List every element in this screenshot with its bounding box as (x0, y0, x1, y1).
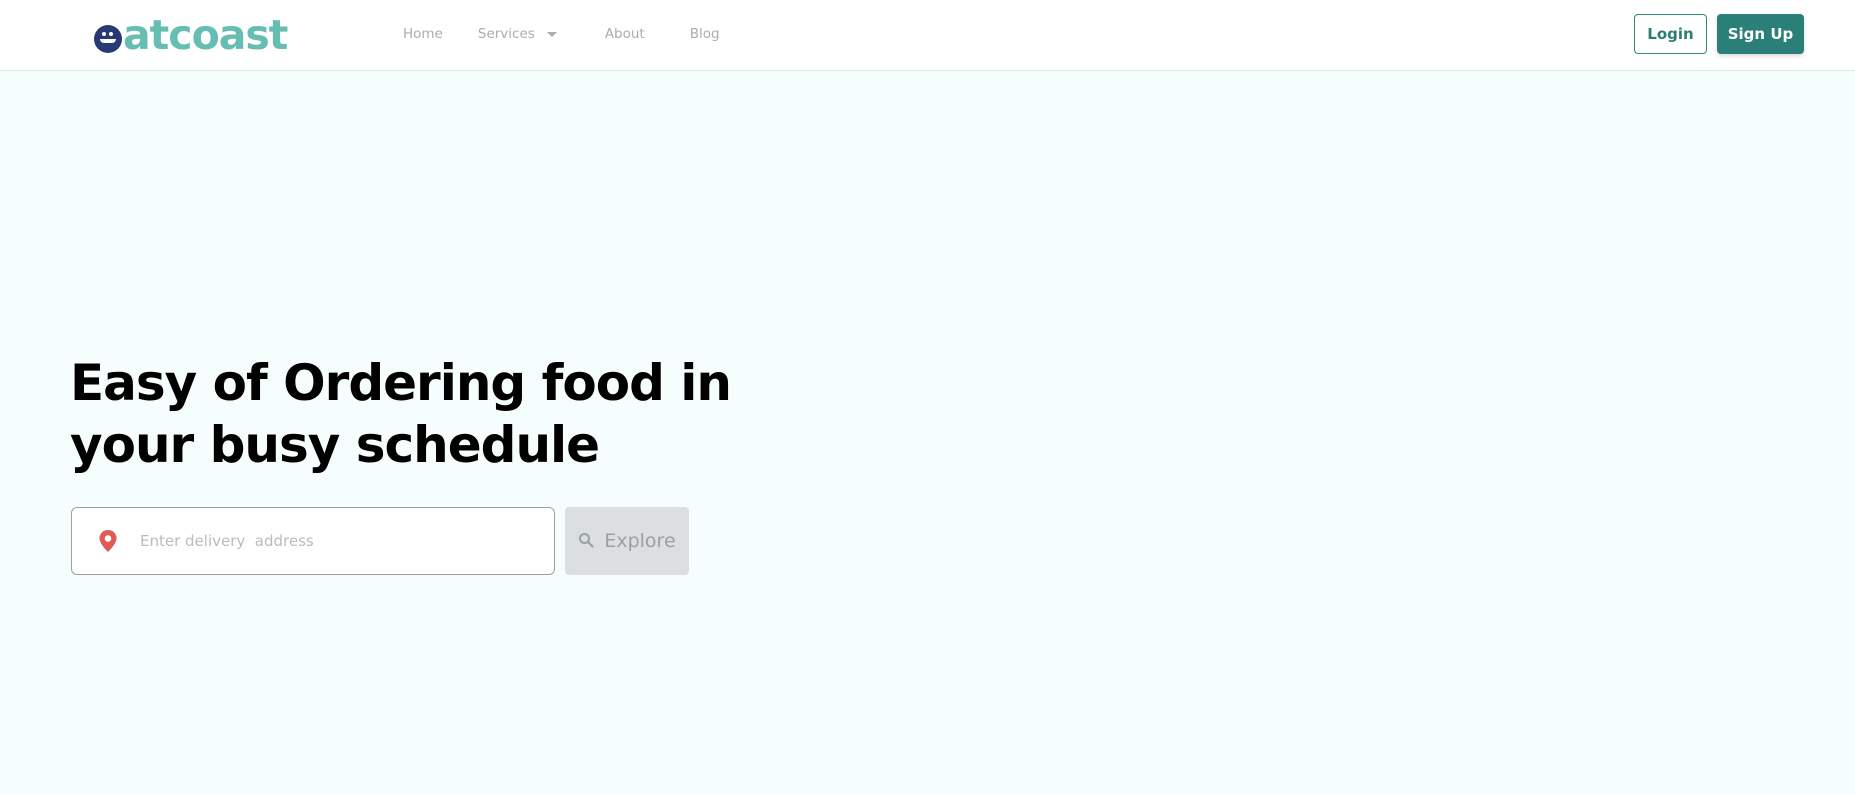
main-nav: Home Services About Blog (403, 0, 720, 68)
nav-services-label: Services (477, 26, 535, 42)
logo-smiley-icon (94, 25, 122, 53)
logo-eye-left (102, 32, 106, 36)
explore-button-label: Explore (604, 530, 676, 552)
top-navbar: atcoast Home Services About Blog Login S… (0, 0, 1855, 71)
signup-button[interactable]: Sign Up (1717, 14, 1804, 54)
nav-blog[interactable]: Blog (690, 26, 720, 42)
chevron-down-icon (546, 31, 557, 37)
eatcoast-logo[interactable]: atcoast (94, 11, 288, 59)
address-search-box[interactable] (71, 507, 555, 575)
nav-home[interactable]: Home (403, 26, 443, 42)
hero-title-line2: your busy schedule (70, 416, 600, 474)
nav-about[interactable]: About (605, 26, 645, 42)
login-button[interactable]: Login (1634, 14, 1707, 54)
logo-text: atcoast (123, 11, 288, 59)
hero-title: Easy of Ordering food in your busy sched… (70, 352, 810, 476)
logo-mouth (100, 39, 116, 43)
nav-services[interactable]: Services (478, 26, 557, 42)
location-pin-icon (99, 530, 117, 552)
logo-eye-right (109, 32, 113, 36)
delivery-address-input[interactable] (140, 532, 540, 550)
explore-button[interactable]: Explore (565, 507, 689, 575)
hero-title-line1: Easy of Ordering food in (70, 354, 732, 412)
search-icon (579, 533, 594, 548)
